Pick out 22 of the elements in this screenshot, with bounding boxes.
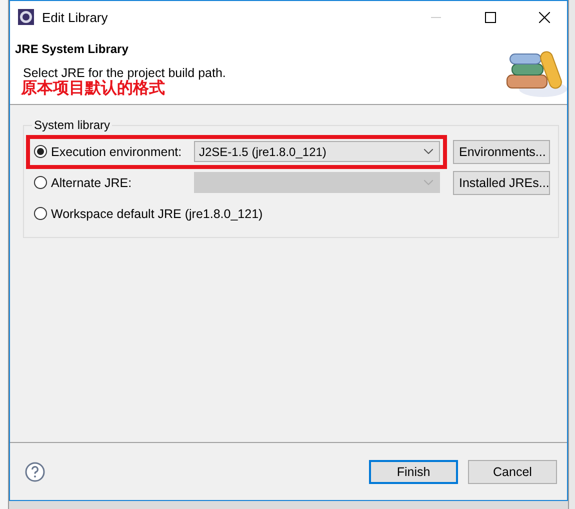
radio-button[interactable] — [34, 176, 47, 189]
eclipse-icon — [18, 9, 34, 25]
jre-dropdown[interactable]: J2SE-1.5 (jre1.8.0_121) — [194, 141, 440, 162]
dialog-button[interactable]: Finish — [369, 460, 458, 484]
option-label: Workspace default JRE (jre1.8.0_121) — [51, 206, 263, 220]
dialog-button[interactable]: Cancel — [468, 460, 557, 484]
option-label: Execution environment: — [51, 144, 183, 158]
maximize-icon[interactable] — [484, 12, 496, 22]
option-label: Alternate JRE: — [51, 176, 133, 190]
radio-button[interactable] — [34, 145, 47, 158]
side-button[interactable]: Installed JREs... — [453, 170, 550, 194]
chevron-icon — [424, 149, 433, 154]
radio-button[interactable] — [34, 207, 47, 220]
window-title: Edit Library — [42, 10, 109, 24]
chevron-icon — [424, 180, 433, 185]
help-icon[interactable] — [25, 462, 45, 482]
close-icon[interactable] — [538, 12, 550, 22]
header-description: Select JRE for the project build path. — [23, 66, 226, 80]
annotation-text: 原本项目默认的格式 — [21, 80, 166, 98]
side-button[interactable]: Environments... — [453, 140, 550, 164]
group-label: System library — [33, 118, 112, 132]
header-title: JRE System Library — [15, 42, 130, 56]
